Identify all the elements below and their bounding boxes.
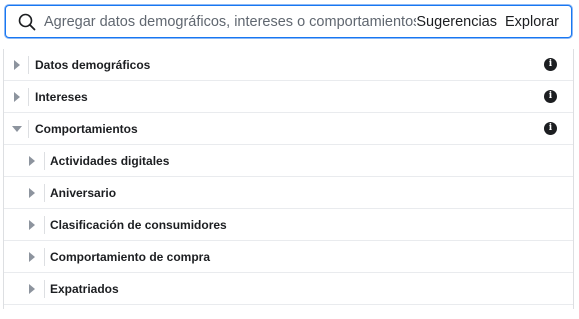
subcategory-row-partial <box>4 305 573 319</box>
row-divider <box>28 88 29 106</box>
category-label: Intereses <box>35 89 88 104</box>
caret-right-icon[interactable] <box>21 177 43 208</box>
subcategory-row[interactable]: Comportamiento de compra <box>4 241 573 273</box>
search-icon <box>16 11 38 33</box>
row-divider <box>44 248 45 266</box>
info-icon[interactable]: i <box>544 90 557 103</box>
caret-down-icon[interactable] <box>6 113 28 144</box>
subcategory-row[interactable]: Expatriados <box>4 273 573 305</box>
subcategory-label: Comportamiento de compra <box>50 249 211 264</box>
caret-right-icon[interactable] <box>6 81 28 112</box>
row-divider <box>28 56 29 74</box>
caret-right-icon[interactable] <box>21 209 43 240</box>
search-input[interactable] <box>44 13 417 30</box>
row-divider <box>44 184 45 202</box>
row-divider <box>44 152 45 170</box>
info-icon[interactable]: i <box>544 122 557 135</box>
subcategory-label: Clasificación de consumidores <box>50 217 227 232</box>
category-row-behaviors[interactable]: Comportamientos i <box>4 113 573 145</box>
search-bar[interactable]: Sugerencias Explorar <box>5 5 572 38</box>
caret-right-icon[interactable] <box>21 145 43 176</box>
category-row-demographics[interactable]: Datos demográficos i <box>4 49 573 81</box>
subcategory-label: Expatriados <box>50 281 119 296</box>
row-divider <box>44 280 45 298</box>
row-divider <box>44 216 45 234</box>
explore-link[interactable]: Explorar <box>505 14 559 30</box>
caret-right-icon[interactable] <box>21 241 43 272</box>
suggestions-link[interactable]: Sugerencias <box>416 14 497 30</box>
subcategory-row[interactable]: Aniversario <box>4 177 573 209</box>
category-label: Comportamientos <box>35 121 138 136</box>
detailed-targeting-panel: Sugerencias Explorar Datos demográficos … <box>0 0 579 309</box>
subcategory-row[interactable]: Actividades digitales <box>4 145 573 177</box>
subcategory-label: Aniversario <box>50 185 117 200</box>
subcategory-row[interactable]: Clasificación de consumidores <box>4 209 573 241</box>
targeting-category-list: Datos demográficos i Intereses i Comport… <box>3 49 574 309</box>
caret-right-icon[interactable] <box>6 49 28 80</box>
category-label: Datos demográficos <box>35 57 151 72</box>
subcategory-label: Actividades digitales <box>50 153 170 168</box>
category-row-interests[interactable]: Intereses i <box>4 81 573 113</box>
caret-right-icon[interactable] <box>21 273 43 304</box>
row-divider <box>28 120 29 138</box>
info-icon[interactable]: i <box>544 58 557 71</box>
